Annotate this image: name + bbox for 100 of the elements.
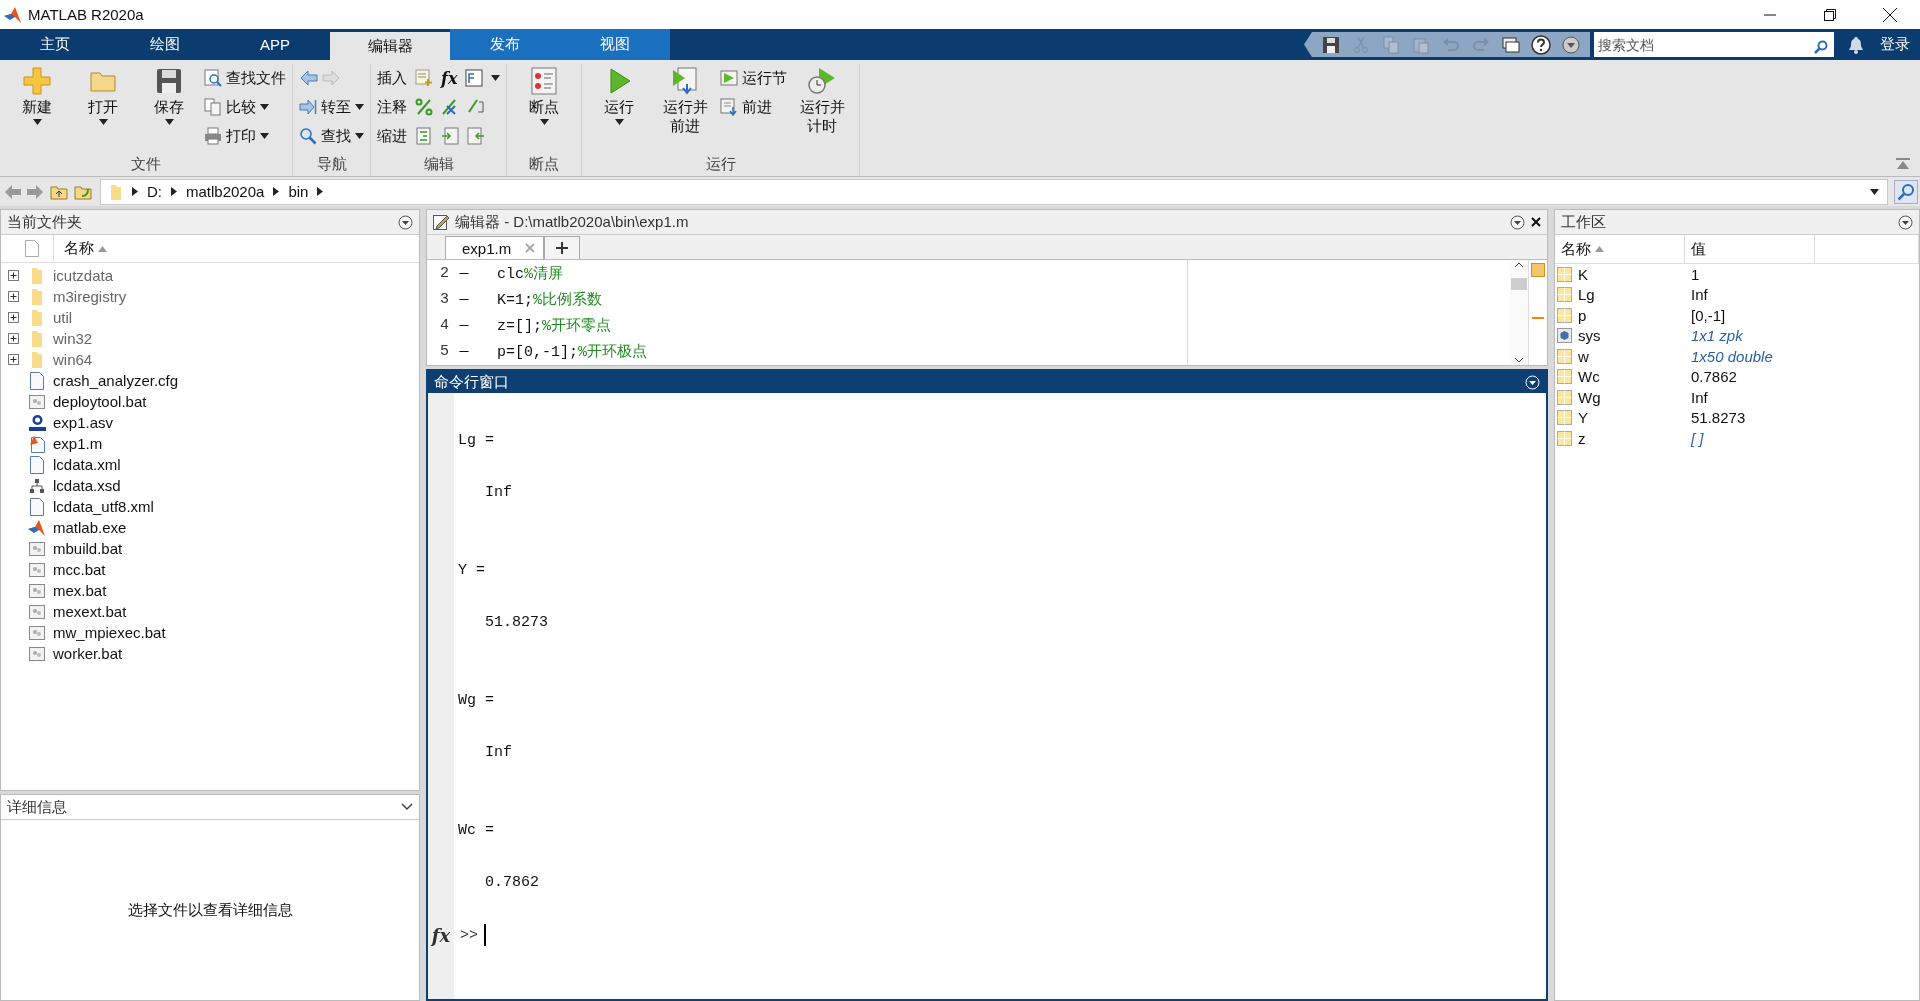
ribbon-button[interactable]: 插入: [377, 66, 407, 90]
chevron-down-icon[interactable]: [401, 803, 413, 811]
ribbon-button[interactable]: 打开: [72, 64, 134, 155]
function-browser-button[interactable]: fx: [431, 924, 451, 946]
ribbon-button[interactable]: 运行并计时: [791, 64, 854, 155]
panel-title: 详细信息: [7, 797, 67, 817]
ribbon-tab[interactable]: 绘图: [110, 29, 220, 60]
restore-icon[interactable]: [1824, 8, 1836, 21]
file-name[interactable]: mcc.bat: [50, 561, 106, 578]
panel-menu-icon[interactable]: [1898, 214, 1913, 230]
ribbon-button[interactable]: 运行并前进: [654, 64, 717, 155]
scrollbar[interactable]: [1510, 260, 1528, 365]
ribbon-button[interactable]: 运行节: [720, 66, 788, 90]
function-browser-icon[interactable]: [465, 69, 484, 87]
file-name[interactable]: exp1.m: [50, 435, 103, 452]
column-header[interactable]: 值: [1685, 235, 1815, 263]
up-folder-icon[interactable]: [50, 183, 68, 200]
column-header[interactable]: 名称: [53, 235, 107, 262]
console-output: Inf: [485, 744, 512, 761]
ribbon-button[interactable]: 查找文件: [204, 66, 286, 90]
path-field[interactable]: D: matlb2020a bin: [100, 178, 1888, 205]
expand-icon[interactable]: [7, 291, 19, 302]
path-segment[interactable]: matlb2020a: [186, 183, 265, 200]
file-name[interactable]: lcdata.xml: [50, 456, 121, 473]
file-name[interactable]: lcdata.xsd: [50, 477, 121, 494]
close-icon[interactable]: [1531, 217, 1541, 227]
path-segment[interactable]: bin: [288, 183, 309, 200]
column-header[interactable]: 名称: [1555, 235, 1685, 263]
ribbon-tab[interactable]: APP: [220, 29, 330, 60]
ribbon-button[interactable]: 查找: [299, 124, 364, 148]
file-name[interactable]: mbuild.bat: [50, 540, 123, 557]
folder-name[interactable]: m3iregistry: [50, 288, 127, 305]
file-name[interactable]: lcdata_utf8.xml: [50, 498, 154, 515]
ribbon-button[interactable]: 打印: [204, 124, 286, 148]
file-tab[interactable]: exp1.m: [445, 236, 545, 259]
caret-icon: [491, 75, 501, 81]
file-name[interactable]: crash_analyzer.cfg: [50, 372, 179, 389]
warning-marker[interactable]: [1532, 317, 1544, 319]
ribbon-button[interactable]: 运行: [588, 64, 651, 155]
ribbon-tab[interactable]: 发布: [450, 29, 560, 60]
browse-folder-icon[interactable]: [74, 183, 94, 200]
new-tab-button[interactable]: [544, 236, 581, 259]
breakpoint-marker[interactable]: —: [449, 290, 479, 308]
variable-name[interactable]: Lg: [1578, 286, 1595, 304]
scroll-down-icon[interactable]: [1514, 357, 1524, 363]
file-name[interactable]: mw_mpiexec.bat: [50, 624, 166, 641]
file-name[interactable]: mex.bat: [50, 582, 107, 599]
ribbon-button[interactable]: 新建: [6, 64, 68, 155]
expand-icon[interactable]: [7, 270, 19, 281]
variable-name[interactable]: Wc: [1578, 368, 1600, 386]
breakpoint-marker[interactable]: —: [449, 316, 479, 334]
file-name[interactable]: deploytool.bat: [50, 393, 147, 410]
insert-function-button[interactable]: fx: [441, 68, 458, 88]
collapse-ribbon-icon[interactable]: [1896, 158, 1910, 170]
expand-icon[interactable]: [7, 354, 19, 365]
ribbon-button[interactable]: 断点: [513, 64, 576, 155]
ribbon-button[interactable]: 转至: [299, 95, 364, 119]
ribbon-button[interactable]: 注释: [377, 95, 407, 119]
folder-name[interactable]: util: [50, 309, 73, 326]
ribbon-button[interactable]: 比较: [204, 95, 286, 119]
variable-value: 1x1 zpk: [1690, 327, 1744, 345]
bell-icon[interactable]: [1848, 35, 1864, 54]
file-name[interactable]: mexext.bat: [50, 603, 127, 620]
folder-name[interactable]: win32: [50, 330, 93, 347]
breakpoint-marker[interactable]: —: [449, 342, 479, 360]
search-field[interactable]: 搜索文档: [1594, 32, 1834, 57]
expand-icon[interactable]: [7, 312, 19, 323]
variable-name[interactable]: w: [1578, 347, 1589, 365]
variable-name[interactable]: Wg: [1578, 388, 1601, 406]
scrollbar-thumb[interactable]: [1511, 278, 1527, 290]
expand-icon[interactable]: [7, 333, 19, 344]
file-name[interactable]: worker.bat: [50, 645, 123, 662]
variable-name[interactable]: z: [1578, 429, 1586, 447]
ribbon-tab[interactable]: 视图: [560, 29, 670, 60]
close-icon[interactable]: [1883, 7, 1897, 22]
folder-name[interactable]: icutzdata: [50, 267, 114, 284]
variable-name[interactable]: Y: [1578, 409, 1588, 427]
panel-menu-icon[interactable]: [398, 214, 413, 230]
ribbon-button[interactable]: 保存: [138, 64, 200, 155]
variable-name[interactable]: K: [1578, 265, 1588, 283]
breakpoint-marker[interactable]: —: [449, 264, 479, 282]
variable-name[interactable]: p: [1578, 306, 1587, 324]
scroll-up-icon[interactable]: [1514, 262, 1524, 268]
ribbon-button[interactable]: 前进: [720, 95, 788, 119]
help-icon[interactable]: [1528, 34, 1554, 55]
ribbon-tab[interactable]: 主页: [0, 29, 110, 60]
ribbon-tab[interactable]: 编辑器: [330, 32, 450, 60]
ribbon-button[interactable]: 缩进: [377, 124, 407, 148]
path-segment[interactable]: D:: [147, 183, 162, 200]
variable-name[interactable]: sys: [1578, 327, 1601, 345]
compare-icon: [204, 98, 222, 116]
window-title: MATLAB R2020a: [28, 6, 144, 23]
file-name[interactable]: exp1.asv: [50, 414, 114, 431]
pencil-document-icon: [433, 214, 449, 230]
sign-in-link[interactable]: 登录: [1874, 29, 1920, 60]
section-label: 文件: [130, 155, 162, 174]
panel-menu-icon[interactable]: [1510, 214, 1525, 230]
search-icon[interactable]: [1894, 179, 1918, 204]
folder-name[interactable]: win64: [50, 351, 93, 368]
file-name[interactable]: matlab.exe: [50, 519, 127, 536]
